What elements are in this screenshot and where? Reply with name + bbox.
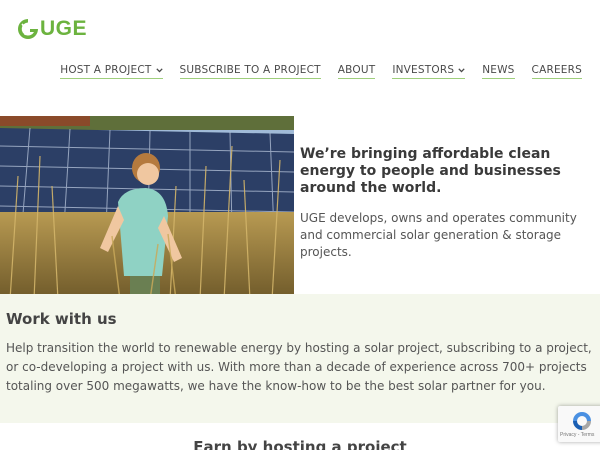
logo-text: UGE <box>40 17 88 40</box>
nav-item-about[interactable]: ABOUT <box>337 64 376 79</box>
chevron-down-icon <box>458 67 465 73</box>
uge-logo[interactable]: UGE <box>17 18 87 40</box>
recaptcha-icon <box>573 412 591 430</box>
hero-description: UGE develops, owns and operates communit… <box>300 211 577 259</box>
recaptcha-text[interactable]: Privacy - Terms <box>560 432 594 438</box>
nav-item-investors[interactable]: INVESTORS <box>392 64 466 79</box>
hero-photo-illustration <box>0 116 294 300</box>
nav-item-label: CAREERS <box>531 64 582 76</box>
work-with-us-body: Help transition the world to renewable e… <box>6 341 592 393</box>
nav-item-news[interactable]: NEWS <box>482 64 515 79</box>
nav-item-label: ABOUT <box>337 64 376 76</box>
nav-item-label: INVESTORS <box>392 64 455 76</box>
main-nav: HOST A PROJECT SUBSCRIBE TO A PROJECT AB… <box>60 64 582 79</box>
logo-mark-icon <box>18 19 38 39</box>
hero-text: We’re bringing affordable clean energy t… <box>300 146 592 261</box>
nav-item-label: SUBSCRIBE TO A PROJECT <box>179 64 321 76</box>
nav-item-label: HOST A PROJECT <box>60 64 152 76</box>
chevron-down-icon <box>155 67 163 73</box>
work-with-us-title: Work with us <box>6 310 117 328</box>
hero-title: We’re bringing affordable clean energy t… <box>300 146 561 196</box>
nav-item-host-a-project[interactable]: HOST A PROJECT <box>60 64 163 79</box>
earn-by-hosting-title: Earn by hosting a project <box>193 438 407 450</box>
work-with-us-section: Work with us Help transition the world t… <box>0 294 600 423</box>
nav-item-careers[interactable]: CAREERS <box>531 64 582 79</box>
hero-image <box>0 116 294 300</box>
nav-item-subscribe-to-a-project[interactable]: SUBSCRIBE TO A PROJECT <box>179 64 321 79</box>
recaptcha-badge[interactable]: Privacy - Terms <box>558 406 600 442</box>
nav-item-label: NEWS <box>482 64 515 76</box>
